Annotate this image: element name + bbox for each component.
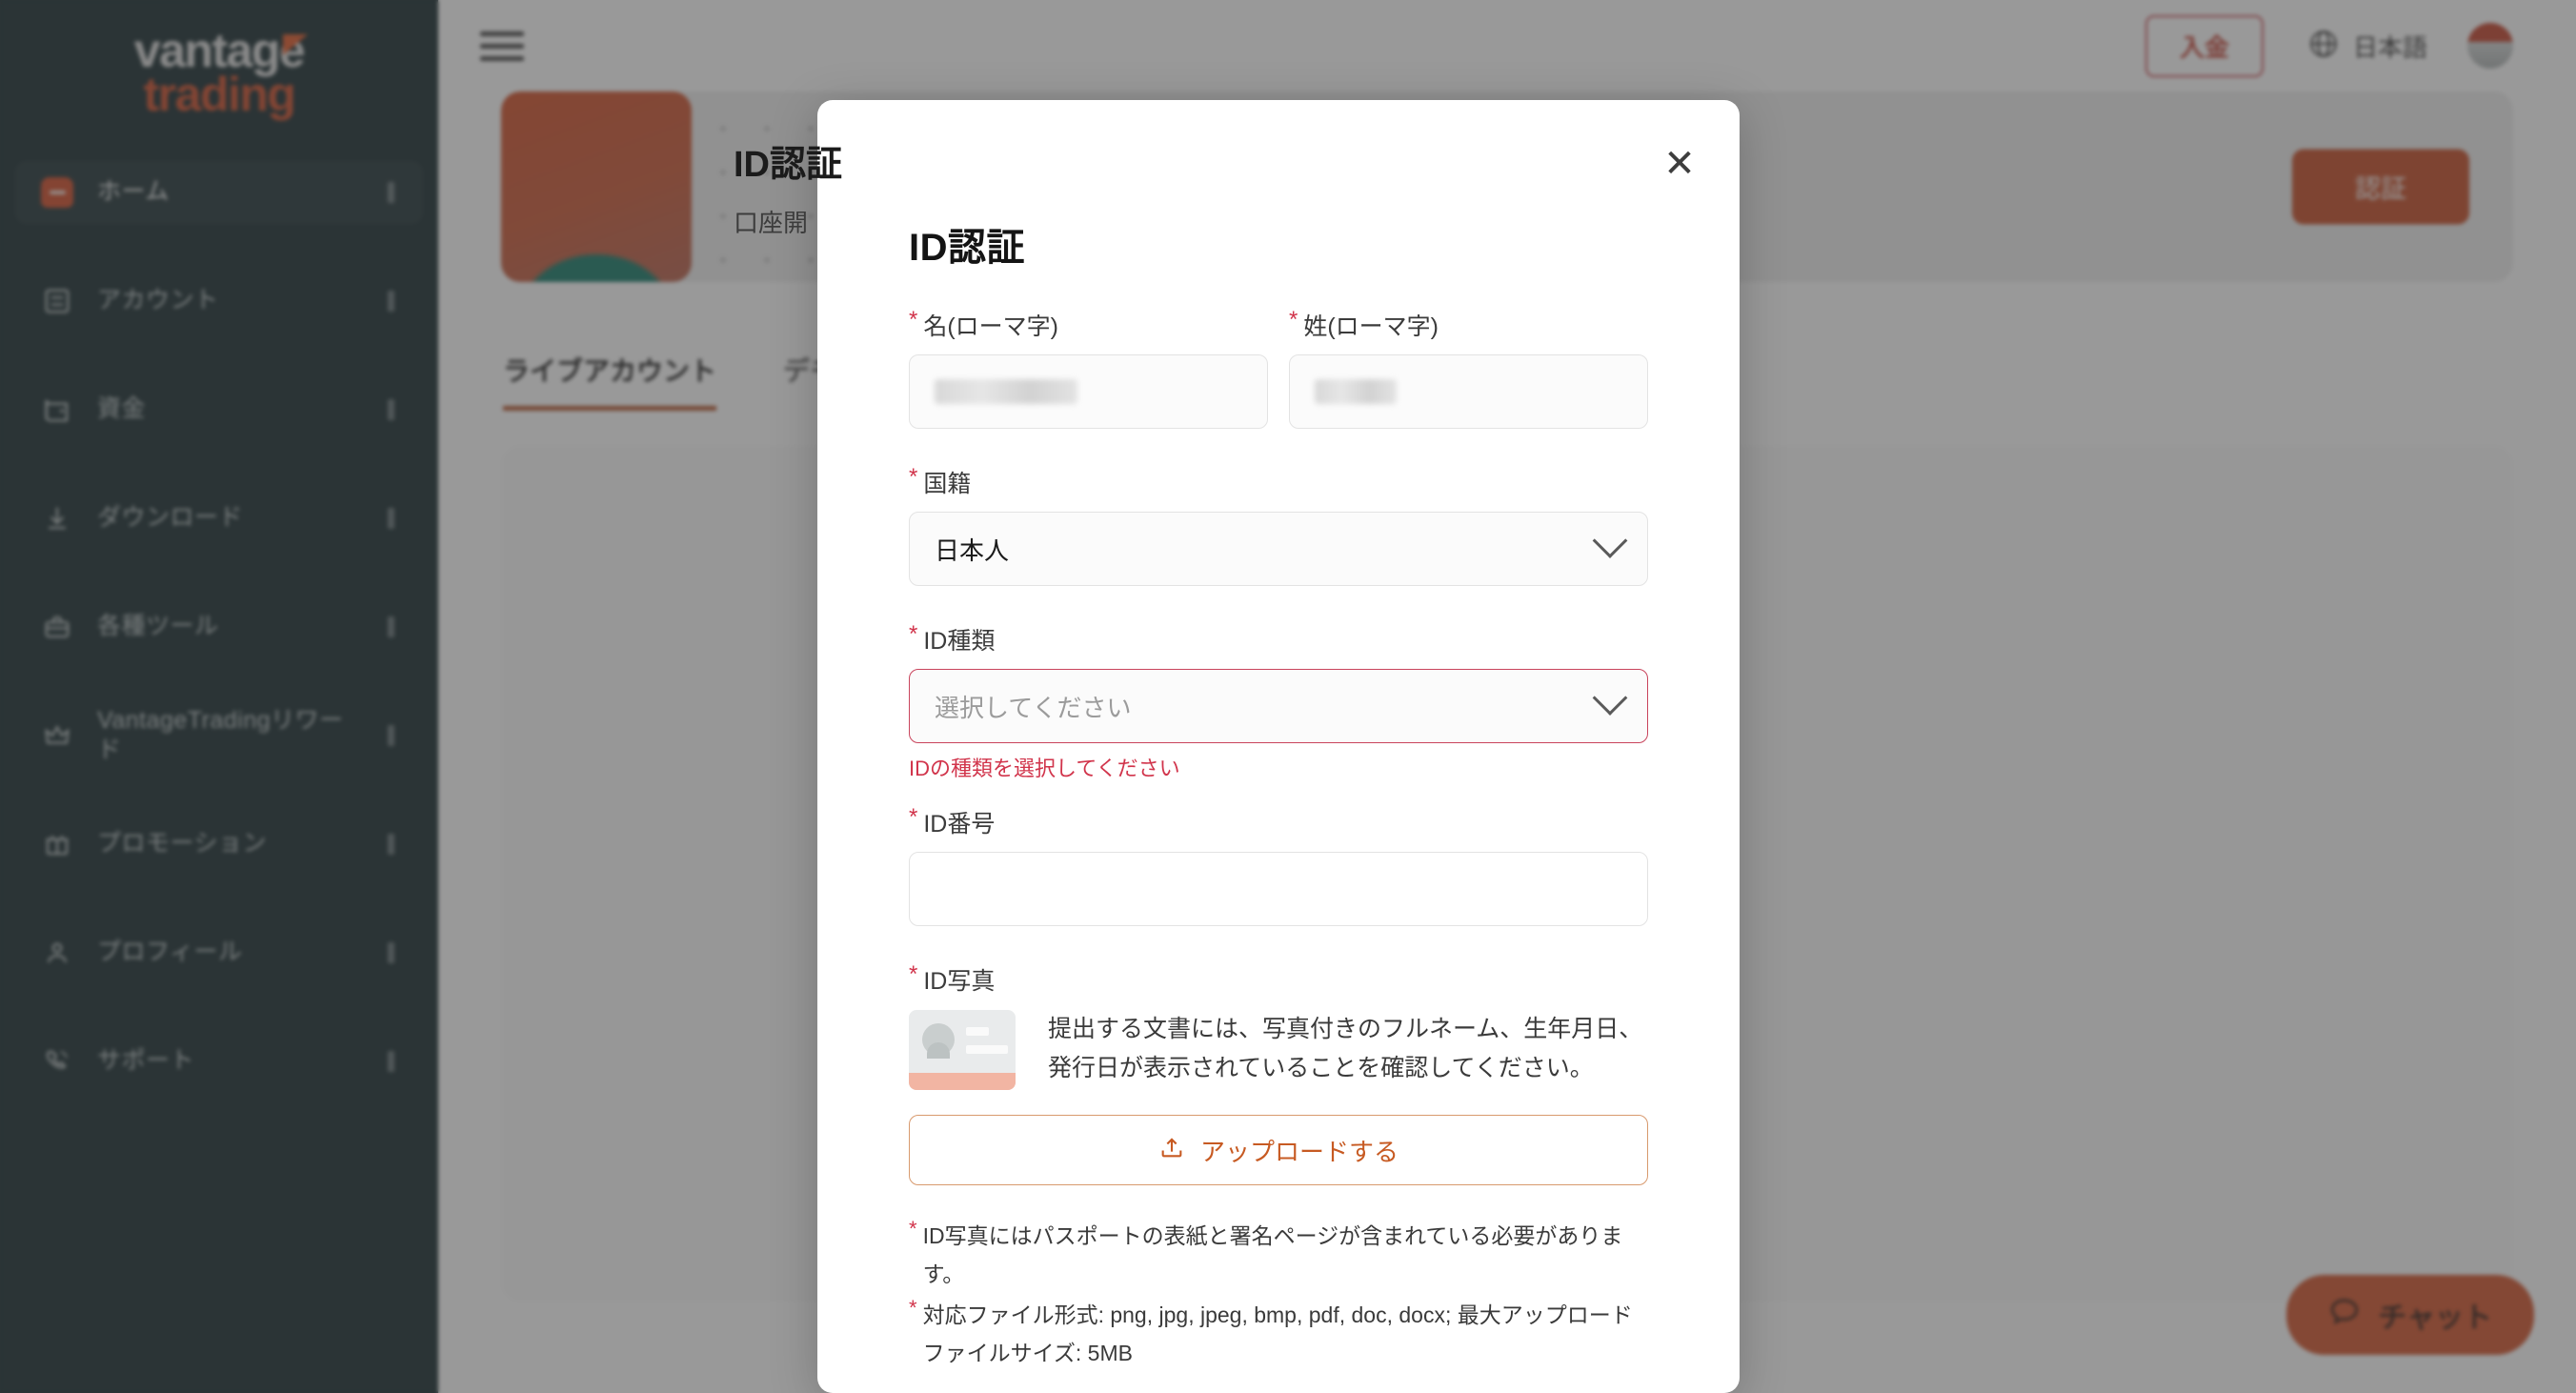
first-name-field-group: * 名(ローマ字) bbox=[909, 308, 1268, 429]
last-name-input[interactable] bbox=[1289, 354, 1648, 429]
id-type-label: ID種類 bbox=[923, 628, 996, 655]
id-card-icon bbox=[909, 1010, 1016, 1090]
nationality-value: 日本人 bbox=[935, 535, 1010, 565]
required-mark: * bbox=[909, 621, 918, 647]
upload-button[interactable]: アップロードする bbox=[909, 1115, 1648, 1185]
close-icon[interactable]: ✕ bbox=[1654, 138, 1705, 190]
modal-title: ID認証 bbox=[909, 227, 1025, 269]
id-type-error: IDの種類を選択してください bbox=[909, 757, 1180, 780]
id-type-field-group: * ID種類 選択してください IDの種類を選択してください bbox=[909, 622, 1648, 782]
id-type-placeholder: 選択してください bbox=[935, 693, 1132, 722]
required-mark: * bbox=[1289, 307, 1298, 333]
redacted-value bbox=[1315, 379, 1397, 404]
required-mark: * bbox=[909, 464, 918, 490]
last-name-field-group: * 姓(ローマ字) bbox=[1289, 308, 1648, 429]
id-number-label: ID番号 bbox=[923, 811, 996, 838]
upload-label: アップロードする bbox=[1199, 1137, 1399, 1166]
banner-title: ID認証 bbox=[734, 145, 843, 185]
id-photo-label: ID写真 bbox=[923, 968, 996, 995]
id-verification-modal: ✕ ID認証 * 名(ローマ字) * 姓(ローマ字) * 国籍 日本人 * ID… bbox=[817, 100, 1740, 1393]
first-name-label: 名(ローマ字) bbox=[923, 313, 1058, 340]
note-text: ID写真にはパスポートの表紙と署名ページが含まれている必要があります。 bbox=[922, 1223, 1623, 1286]
last-name-label: 姓(ローマ字) bbox=[1303, 313, 1439, 340]
id-photo-guidance: 提出する文書には、写真付きのフルネーム、生年月日、発行日が表示されていることを確… bbox=[909, 1010, 1648, 1090]
note-item: * ID写真にはパスポートの表紙と署名ページが含まれている必要があります。 bbox=[909, 1218, 1648, 1293]
app-root: vantage trading ホーム bbox=[0, 0, 2576, 1393]
required-mark: * bbox=[909, 1296, 917, 1321]
nationality-field-group: * 国籍 日本人 bbox=[909, 465, 1648, 586]
required-mark: * bbox=[909, 307, 918, 333]
required-mark: * bbox=[909, 804, 918, 830]
chevron-down-icon bbox=[1592, 523, 1628, 558]
id-number-field-group: * ID番号 bbox=[909, 805, 1648, 926]
nationality-select[interactable]: 日本人 bbox=[909, 512, 1648, 586]
upload-icon bbox=[1158, 1134, 1185, 1167]
id-number-input[interactable] bbox=[909, 852, 1648, 926]
modal-body: ID認証 * 名(ローマ字) * 姓(ローマ字) * 国籍 日本人 * ID種類… bbox=[817, 100, 1740, 1372]
note-item: * 対応ファイル形式: png, jpg, jpeg, bmp, pdf, do… bbox=[909, 1297, 1648, 1372]
nationality-label: 国籍 bbox=[923, 471, 972, 497]
note-text: 対応ファイル形式: png, jpg, jpeg, bmp, pdf, doc,… bbox=[922, 1302, 1633, 1365]
banner-subtitle: 口座開 bbox=[734, 209, 809, 237]
id-photo-field-group: * ID写真 提出する文書には、写真付きのフルネーム、生年月日、発行日が表示され… bbox=[909, 962, 1648, 1185]
redacted-value bbox=[935, 379, 1077, 404]
chevron-down-icon bbox=[1592, 680, 1628, 716]
required-mark: * bbox=[909, 1217, 917, 1241]
first-name-input[interactable] bbox=[909, 354, 1268, 429]
modal-notes: * ID写真にはパスポートの表紙と署名ページが含まれている必要があります。 * … bbox=[909, 1218, 1648, 1372]
required-mark: * bbox=[909, 961, 918, 987]
id-photo-note: 提出する文書には、写真付きのフルネーム、生年月日、発行日が表示されていることを確… bbox=[1048, 1016, 1643, 1081]
id-type-select[interactable]: 選択してください bbox=[909, 669, 1648, 743]
name-row: * 名(ローマ字) * 姓(ローマ字) bbox=[909, 308, 1648, 429]
